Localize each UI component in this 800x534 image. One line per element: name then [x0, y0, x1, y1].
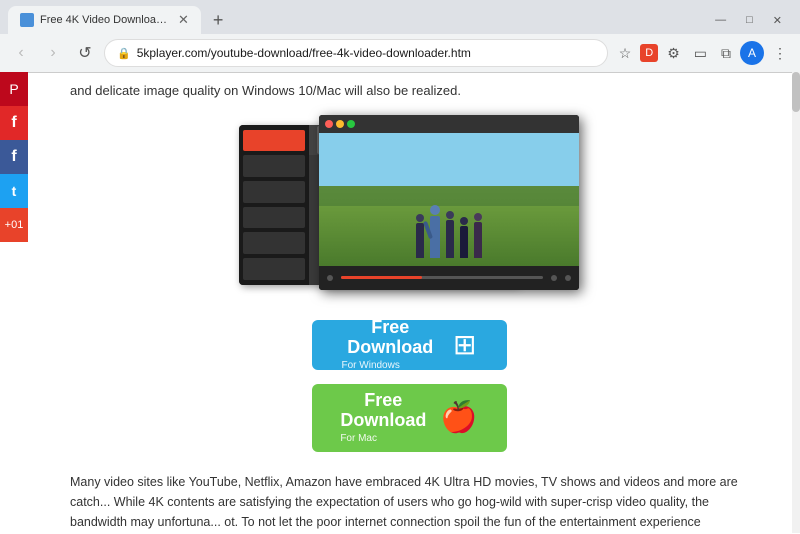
sidebar-row-4: [243, 207, 305, 229]
social-sidebar: P f f t +01: [0, 72, 28, 242]
twitter-icon: t: [12, 183, 17, 199]
apple-logo-icon: 🍎: [440, 400, 477, 435]
app-sidebar: [239, 125, 309, 285]
bottom-paragraph: Many video sites like YouTube, Netflix, …: [70, 472, 748, 534]
window-titlebar: [319, 115, 579, 133]
addthis-icon: +01: [5, 219, 24, 231]
expand-dot: [347, 120, 355, 128]
progress-bar: [341, 276, 543, 279]
refresh-button[interactable]: ↺: [72, 40, 98, 66]
webpage: and delicate image quality on Windows 10…: [0, 73, 800, 534]
flipboard-icon: f: [11, 114, 16, 132]
settings-icon[interactable]: ⚙: [662, 42, 685, 65]
toolbar-icons: ☆ D ⚙ ▭ ⧉ A ⋮: [614, 41, 792, 65]
url-text: 5kplayer.com/youtube-download/free-4k-vi…: [137, 46, 471, 60]
windows-btn-text: Free Download For Windows: [342, 318, 440, 371]
front-video-window: [319, 115, 579, 290]
scrollbar-thumb[interactable]: [792, 72, 800, 112]
windows-logo-icon: ⊞: [453, 328, 476, 361]
back-button[interactable]: ‹: [8, 40, 34, 66]
bookmark-icon[interactable]: ☆: [614, 42, 637, 65]
video-content: [319, 133, 579, 266]
mac-download-sub-text: For Mac: [340, 433, 377, 444]
tab-title: Free 4K Video Downloader for Fr...: [40, 14, 170, 26]
sidebar-row-3: [243, 181, 305, 203]
pinterest-button[interactable]: P: [0, 72, 28, 106]
sidebar-row-1: [243, 130, 305, 152]
mac-download-main-text: Free Download: [340, 391, 426, 431]
ctrl-dot-3: [565, 275, 571, 281]
menu-icon[interactable]: ⋮: [768, 42, 792, 65]
windows-download-button[interactable]: Free Download For Windows ⊞: [312, 320, 507, 370]
sidebar-row-5: [243, 232, 305, 254]
windows-download-main-text: Free Download: [342, 318, 440, 358]
facebook-button[interactable]: f: [0, 140, 28, 174]
ctrl-dot-2: [551, 275, 557, 281]
mac-download-button[interactable]: Free Download For Mac 🍎: [312, 384, 507, 452]
window-controls: — □ ✕: [709, 12, 792, 29]
tab-list-icon[interactable]: ⧉: [716, 42, 736, 65]
close-dot: [325, 120, 333, 128]
browser-chrome: Free 4K Video Downloader for Fr... ✕ + —…: [0, 0, 800, 73]
facebook-icon: f: [11, 148, 16, 166]
download-section: Free Download For Windows ⊞ Free Downloa…: [70, 320, 748, 452]
address-bar[interactable]: 🔒 5kplayer.com/youtube-download/free-4k-…: [104, 39, 608, 67]
windows-download-sub-text: For Windows: [342, 360, 400, 371]
cast-icon[interactable]: ▭: [689, 42, 712, 65]
lock-icon: 🔒: [117, 47, 131, 60]
forward-button[interactable]: ›: [40, 40, 66, 66]
sidebar-row-2: [243, 155, 305, 177]
new-tab-button[interactable]: +: [209, 10, 228, 31]
addthis-button[interactable]: +01: [0, 208, 28, 242]
tab-close-button[interactable]: ✕: [178, 12, 189, 28]
tab-favicon: [20, 13, 34, 27]
movie-scene: [319, 133, 579, 266]
close-button[interactable]: ✕: [767, 12, 788, 29]
scrollbar[interactable]: [792, 72, 800, 533]
active-tab[interactable]: Free 4K Video Downloader for Fr... ✕: [8, 6, 201, 34]
progress-fill: [341, 276, 422, 279]
sidebar-row-6: [243, 258, 305, 280]
minimize-button[interactable]: —: [709, 12, 732, 28]
top-paragraph: and delicate image quality on Windows 10…: [70, 73, 748, 115]
video-controls: [319, 266, 579, 290]
tab-bar: Free 4K Video Downloader for Fr... ✕ + —…: [0, 0, 800, 34]
main-content: and delicate image quality on Windows 10…: [30, 73, 788, 534]
app-screenshot: [239, 115, 579, 290]
app-screenshot-container: [70, 115, 748, 300]
profile-button[interactable]: A: [740, 41, 764, 65]
maximize-button[interactable]: □: [740, 12, 759, 28]
address-bar-row: ‹ › ↺ 🔒 5kplayer.com/youtube-download/fr…: [0, 34, 800, 72]
extension-icon[interactable]: D: [640, 44, 658, 62]
mac-btn-text: Free Download For Mac: [340, 391, 426, 444]
minimize-dot: [336, 120, 344, 128]
twitter-button[interactable]: t: [0, 174, 28, 208]
pinterest-icon: P: [9, 81, 18, 97]
ctrl-dot-1: [327, 275, 333, 281]
flipboard-button[interactable]: f: [0, 106, 28, 140]
